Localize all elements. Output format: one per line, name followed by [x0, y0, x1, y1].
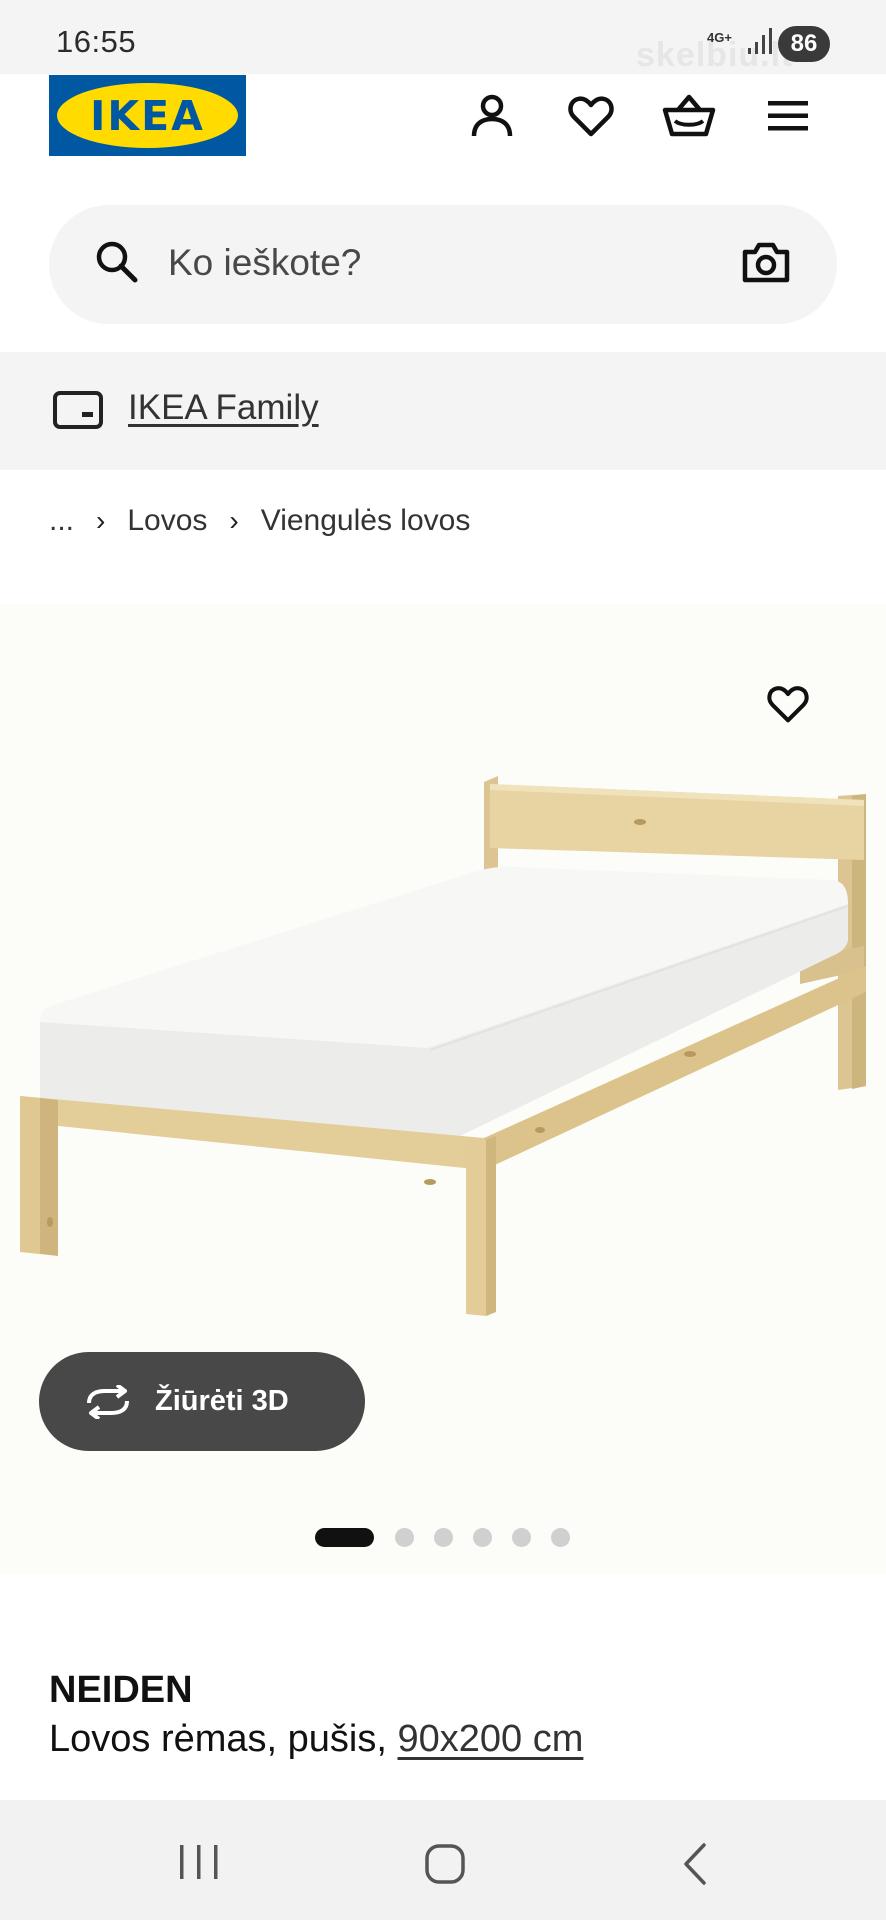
back-icon[interactable] — [680, 1842, 710, 1886]
rotate-3d-icon — [83, 1384, 133, 1419]
chevron-right-icon: › — [96, 505, 106, 536]
logo-text: IKEA — [90, 91, 205, 140]
pager-dot[interactable] — [395, 1528, 414, 1547]
heart-icon — [568, 96, 614, 137]
basket-icon — [662, 94, 716, 137]
product-description: Lovos rėmas, pušis, 90x200 cm — [49, 1718, 583, 1761]
menu-button[interactable] — [758, 86, 818, 146]
image-pager — [315, 1528, 590, 1547]
product-size-link[interactable]: 90x200 cm — [397, 1718, 583, 1760]
search-input[interactable]: Ko ieškote? — [168, 242, 361, 284]
favourites-button[interactable] — [561, 86, 621, 146]
breadcrumb: ... › Lovos › Viengulės lovos — [49, 504, 470, 538]
breadcrumb-item-lovos[interactable]: Lovos — [127, 504, 207, 538]
breadcrumb-item-viengules-lovos[interactable]: Viengulės lovos — [261, 504, 471, 538]
user-icon — [471, 94, 513, 137]
breadcrumb-ellipsis[interactable]: ... — [49, 504, 74, 538]
view-3d-button[interactable]: Žiūrėti 3D — [39, 1352, 365, 1451]
view-3d-label: Žiūrėti 3D — [155, 1385, 289, 1417]
ikea-family-link[interactable]: IKEA Family — [128, 388, 319, 428]
home-icon[interactable] — [424, 1842, 466, 1886]
status-time: 16:55 — [56, 24, 137, 59]
pager-dot[interactable] — [512, 1528, 531, 1547]
add-to-favourites-button[interactable] — [756, 672, 820, 736]
pager-dot[interactable] — [473, 1528, 492, 1547]
search-icon[interactable] — [95, 240, 139, 284]
basket-button[interactable] — [659, 86, 719, 146]
recent-apps-icon[interactable] — [178, 1842, 220, 1882]
signal-icon — [748, 28, 772, 54]
network-indicator: 4G+ — [707, 30, 732, 45]
camera-icon[interactable] — [742, 240, 790, 284]
battery-indicator: 86 — [778, 26, 830, 62]
ikea-logo[interactable]: IKEA — [49, 75, 246, 156]
pager-dot[interactable] — [551, 1528, 570, 1547]
product-type: Lovos rėmas, pušis, — [49, 1718, 387, 1760]
heart-icon — [767, 686, 809, 723]
chevron-right-icon: › — [229, 505, 239, 536]
product-name: NEIDEN — [49, 1669, 193, 1711]
product-image-bed — [20, 776, 866, 1316]
pager-dot-active[interactable] — [315, 1528, 374, 1547]
pager-dot[interactable] — [434, 1528, 453, 1547]
card-icon — [53, 391, 103, 429]
menu-icon — [768, 101, 808, 131]
account-button[interactable] — [462, 86, 522, 146]
